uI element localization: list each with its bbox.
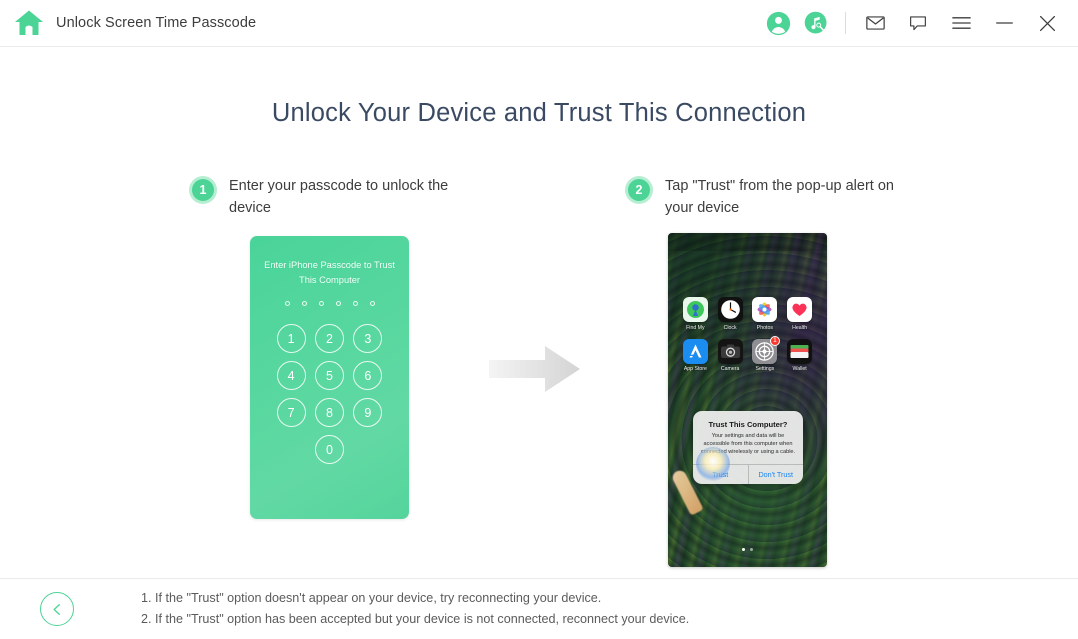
- keypad-key-5[interactable]: 5: [314, 361, 344, 390]
- home-icon[interactable]: [14, 9, 44, 37]
- hamburger-menu-icon[interactable]: [944, 6, 978, 40]
- app-store-icon: [682, 338, 708, 364]
- close-icon[interactable]: [1030, 6, 1064, 40]
- keypad-key-6[interactable]: 6: [353, 361, 383, 390]
- step-2-text: Tap "Trust" from the pop-up alert on you…: [665, 178, 894, 216]
- keypad-key-4[interactable]: 4: [276, 361, 306, 390]
- app-label: App Store: [683, 366, 707, 372]
- step-2-badge: 2: [625, 176, 653, 204]
- titlebar-actions: [763, 0, 1078, 46]
- app-cell[interactable]: 1 Settings: [749, 335, 781, 372]
- health-icon: [787, 297, 813, 322]
- app-label: Photos: [756, 324, 773, 331]
- step-1-text: Enter your passcode to unlock the device: [229, 178, 449, 216]
- wallet-icon: [787, 338, 813, 364]
- app-cell[interactable]: App Store: [679, 338, 711, 372]
- titlebar-divider: [845, 12, 846, 34]
- trust-dialog-illustration: Find My Clock Photos Health App Store Camera 1…: [668, 233, 827, 567]
- account-icon[interactable]: [763, 8, 793, 38]
- keypad-key-8[interactable]: 8: [314, 398, 344, 427]
- page-title: Unlock Your Device and Trust This Connec…: [271, 99, 807, 127]
- photos-icon: [752, 297, 778, 322]
- app-title: Unlock Screen Time Passcode: [56, 15, 257, 31]
- app-badge: 1: [769, 335, 780, 346]
- app-cell[interactable]: Find My: [679, 297, 711, 331]
- passcode-dots: [250, 301, 409, 306]
- app-label: Clock: [723, 324, 737, 331]
- footer-notes: 1. If the "Trust" option doesn't appear …: [141, 588, 689, 630]
- wallpaper: [668, 233, 827, 567]
- passcode-screen-illustration: Enter iPhone Passcode to Trust This Comp…: [250, 236, 409, 519]
- app-cell[interactable]: Health: [784, 297, 816, 331]
- keypad-key-1[interactable]: 1: [276, 324, 306, 353]
- dont-trust-button[interactable]: Don't Trust: [747, 465, 804, 484]
- footer: 1. If the "Trust" option doesn't appear …: [0, 578, 1078, 639]
- app-label: Settings: [755, 366, 775, 372]
- find-my-icon: [682, 297, 708, 322]
- passcode-dot: [369, 301, 375, 306]
- trust-dialog-title: Trust This Computer?: [708, 420, 788, 429]
- app-cell[interactable]: Wallet: [784, 338, 816, 372]
- keypad-key-9[interactable]: 9: [353, 398, 383, 427]
- passcode-dot: [301, 301, 307, 306]
- music-tool-icon[interactable]: [801, 8, 831, 38]
- passcode-dot: [284, 301, 290, 306]
- passcode-prompt: Enter iPhone Passcode to Trust This Comp…: [264, 260, 395, 285]
- step-2: 2 Tap "Trust" from the pop-up alert on y…: [625, 175, 895, 219]
- minimize-icon[interactable]: [987, 6, 1021, 40]
- app-label: Wallet: [792, 366, 807, 372]
- passcode-dot: [318, 301, 324, 306]
- app-label: Health: [792, 324, 808, 331]
- keypad-key-3[interactable]: 3: [353, 324, 383, 353]
- app-cell[interactable]: Camera: [714, 338, 746, 372]
- step-1-number: 1: [192, 179, 214, 201]
- passcode-keypad: 123 456 7890: [272, 324, 387, 464]
- app-label: Camera: [720, 366, 740, 372]
- keypad-key-0[interactable]: 0: [314, 435, 344, 464]
- passcode-dot: [352, 301, 358, 306]
- step-1-badge: 1: [189, 176, 217, 204]
- app-cell[interactable]: Clock: [714, 297, 746, 331]
- back-arrow-icon: [52, 603, 60, 615]
- back-button[interactable]: [40, 592, 74, 626]
- mail-icon[interactable]: [858, 6, 892, 40]
- app-cell[interactable]: Photos: [749, 297, 781, 331]
- titlebar: Unlock Screen Time Passcode: [0, 0, 1078, 47]
- footer-note-1: 1. If the "Trust" option doesn't appear …: [141, 591, 602, 605]
- footer-note-2: 2. If the "Trust" option has been accept…: [141, 612, 690, 626]
- passcode-dot: [335, 301, 341, 306]
- camera-icon: [717, 338, 743, 364]
- home-page-dots: [668, 548, 827, 551]
- right-arrow-icon: [489, 346, 580, 392]
- feedback-icon[interactable]: [901, 6, 935, 40]
- app-label: Find My: [686, 324, 705, 331]
- step-2-number: 2: [628, 179, 650, 201]
- main-content: Unlock Your Device and Trust This Connec…: [0, 47, 1078, 578]
- tap-highlight-icon: [696, 447, 730, 481]
- clock-icon: [717, 297, 743, 322]
- step-1: 1 Enter your passcode to unlock the devi…: [189, 175, 459, 219]
- keypad-key-7[interactable]: 7: [276, 398, 306, 427]
- keypad-key-2[interactable]: 2: [314, 324, 344, 353]
- app-icon-grid: Find My Clock Photos Health App Store Camera 1…: [678, 297, 817, 372]
